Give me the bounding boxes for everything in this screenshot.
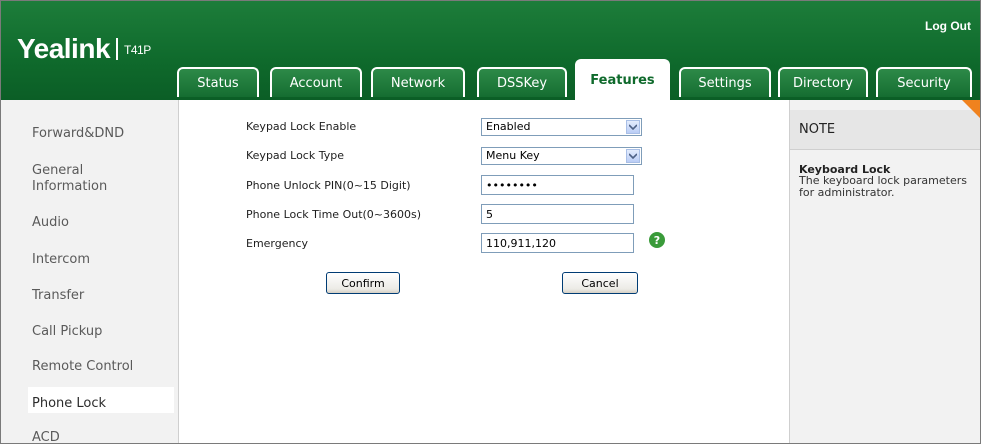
sidebar-item-acd[interactable]: ACD [32, 430, 60, 443]
tab-account[interactable]: Account [270, 67, 362, 97]
emergency-label: Emergency [246, 237, 309, 250]
brand-name: Yealink [17, 33, 111, 64]
chevron-down-icon [626, 120, 640, 134]
chevron-down-icon [626, 149, 640, 163]
header-bar: Yealink T41P Log Out Status Account Netwo… [1, 1, 980, 100]
keypad-lock-enable-select[interactable]: Enabled [481, 118, 642, 136]
sidebar-item-intercom[interactable]: Intercom [32, 252, 90, 268]
unlock-pin-label: Phone Unlock PIN(0~15 Digit) [246, 179, 411, 192]
note-body: The keyboard lock parameters for adminis… [799, 174, 967, 199]
model-label: T41P [124, 43, 151, 57]
question-mark-icon[interactable]: ? [649, 232, 665, 248]
brand-logo: Yealink T41P [17, 33, 151, 65]
sidebar-item-phone-lock[interactable]: Phone Lock [32, 396, 106, 412]
sidebar-item-general-information[interactable]: General Information [32, 163, 152, 195]
confirm-button[interactable]: Confirm [326, 272, 400, 294]
sidebar-item-transfer[interactable]: Transfer [32, 288, 84, 304]
tab-network[interactable]: Network [371, 67, 465, 97]
tab-directory[interactable]: Directory [778, 67, 868, 97]
unlock-pin-field[interactable] [481, 175, 634, 195]
phone-lock-form: Keypad Lock Enable Enabled Keypad Lock T… [179, 100, 789, 443]
logout-link[interactable]: Log Out [925, 19, 971, 33]
note-panel: NOTE Keyboard Lock The keyboard lock par… [789, 100, 980, 443]
tab-settings[interactable]: Settings [679, 67, 771, 97]
sidebar-item-call-pickup[interactable]: Call Pickup [32, 324, 102, 340]
lock-timeout-field[interactable] [481, 204, 634, 224]
note-title: NOTE [799, 122, 836, 137]
page: Yealink T41P Log Out Status Account Netwo… [0, 0, 981, 444]
keypad-lock-type-value: Menu Key [486, 149, 540, 162]
keypad-lock-enable-value: Enabled [486, 120, 531, 133]
sidebar-item-remote-control[interactable]: Remote Control [32, 359, 133, 375]
orange-corner-icon [962, 100, 980, 120]
tab-status[interactable]: Status [177, 67, 259, 97]
emergency-field[interactable] [481, 233, 634, 253]
sidebar: Forward&DND General Information Audio In… [1, 100, 179, 443]
keypad-lock-enable-label: Keypad Lock Enable [246, 120, 357, 133]
keypad-lock-type-select[interactable]: Menu Key [481, 147, 642, 165]
sidebar-item-forward-dnd[interactable]: Forward&DND [32, 126, 124, 142]
keypad-lock-type-label: Keypad Lock Type [246, 149, 344, 162]
cancel-button[interactable]: Cancel [562, 272, 638, 294]
lock-timeout-label: Phone Lock Time Out(0~3600s) [246, 208, 422, 221]
tab-features[interactable]: Features [575, 59, 670, 100]
note-header: NOTE [790, 110, 980, 150]
tab-dsskey[interactable]: DSSKey [477, 67, 567, 97]
logo-divider [116, 38, 119, 60]
sidebar-item-audio[interactable]: Audio [32, 215, 69, 231]
tab-security[interactable]: Security [876, 67, 972, 97]
main-tabs: Status Account Network DSSKey Features S… [177, 59, 977, 100]
